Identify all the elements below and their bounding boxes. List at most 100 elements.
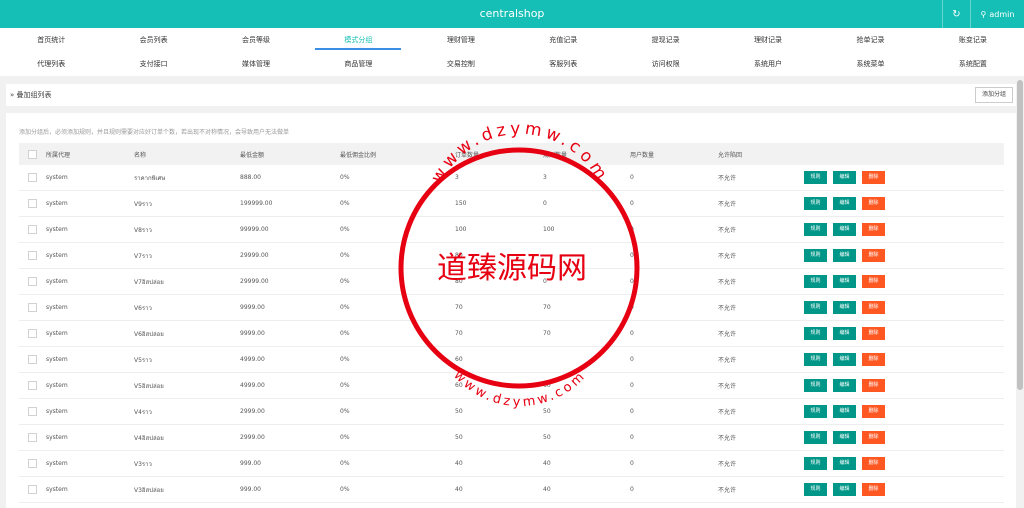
nav-item[interactable]: 充值记录 [512,28,614,52]
row-select [19,303,46,312]
nav-item[interactable]: 理财管理 [410,28,512,52]
edit-button[interactable]: 编辑 [833,457,856,470]
row-checkbox[interactable] [28,433,37,442]
row-actions: 规则 编辑 删除 [804,223,1004,236]
rules-button[interactable]: 规则 [804,431,827,444]
table-cell: 不允许 [718,305,737,312]
delete-button[interactable]: 删除 [862,353,885,366]
delete-button[interactable]: 删除 [862,197,885,210]
row-checkbox[interactable] [28,303,37,312]
delete-button[interactable]: 删除 [862,431,885,444]
rules-button[interactable]: 规则 [804,275,827,288]
nav-item[interactable]: 系统菜单 [819,52,921,76]
nav-item[interactable]: 媒体管理 [205,52,307,76]
delete-button[interactable]: 删除 [862,171,885,184]
table-body: system ราคากพิเศษ 888.00 0% 3 3 0 不允许 规则 编辑 删除 syst… [19,165,1004,503]
nav-item[interactable]: 支付接口 [102,52,204,76]
table-cell: V6อิสปล่อย [134,330,164,338]
select-all-checkbox[interactable] [28,149,37,159]
rules-button[interactable]: 规则 [804,483,827,496]
table-cell: 不允许 [718,201,737,208]
nav-item[interactable]: 客服列表 [512,52,614,76]
rules-button[interactable]: 规则 [804,405,827,418]
table-cell: 0 [630,200,634,207]
row-actions: 规则 编辑 删除 [804,431,1004,444]
delete-button[interactable]: 删除 [862,379,885,392]
rules-button[interactable]: 规则 [804,327,827,340]
row-checkbox[interactable] [28,355,37,364]
user-icon: ⚲ [980,9,987,19]
nav-item[interactable]: 访问权限 [614,52,716,76]
delete-button[interactable]: 删除 [862,457,885,470]
edit-button[interactable]: 编辑 [833,379,856,392]
table-cell: 40 [455,486,463,493]
table-cell: 不允许 [718,279,737,286]
row-checkbox[interactable] [28,277,37,286]
nav-item[interactable]: 提现记录 [614,28,716,52]
delete-button[interactable]: 删除 [862,405,885,418]
row-checkbox[interactable] [28,459,37,468]
edit-button[interactable]: 编辑 [833,171,856,184]
row-actions: 规则 编辑 删除 [804,483,1004,496]
nav-item[interactable]: 系统配置 [922,52,1024,76]
table-cell: 0 [543,278,547,285]
rules-button[interactable]: 规则 [804,249,827,262]
delete-button[interactable]: 删除 [862,301,885,314]
rules-button[interactable]: 规则 [804,457,827,470]
row-checkbox[interactable] [28,173,37,182]
delete-button[interactable]: 删除 [862,275,885,288]
rules-button[interactable]: 规则 [804,301,827,314]
delete-button[interactable]: 删除 [862,483,885,496]
page-scrollbar[interactable] [1016,76,1024,508]
refresh-icon[interactable]: ↻ [942,0,970,28]
table-cell: 0 [630,226,634,233]
edit-button[interactable]: 编辑 [833,197,856,210]
delete-button[interactable]: 删除 [862,223,885,236]
delete-button[interactable]: 删除 [862,327,885,340]
row-checkbox[interactable] [28,225,37,234]
edit-button[interactable]: 编辑 [833,275,856,288]
nav-item[interactable]: 账变记录 [922,28,1024,52]
nav-item[interactable]: 系统用户 [717,52,819,76]
table-cell: 0 [630,460,634,467]
edit-button[interactable]: 编辑 [833,223,856,236]
nav-item[interactable]: 代理列表 [0,52,102,76]
scrollbar-thumb[interactable] [1017,80,1023,390]
nav-item[interactable]: 会员等级 [205,28,307,52]
table-cell: 70 [455,304,463,311]
edit-button[interactable]: 编辑 [833,431,856,444]
rules-button[interactable]: 规则 [804,197,827,210]
table-cell: 0 [630,434,634,441]
rules-button[interactable]: 规则 [804,379,827,392]
add-group-button[interactable]: 添加分组 [975,87,1013,103]
nav-item[interactable]: 模式分组 [307,28,409,52]
rules-button[interactable]: 规则 [804,223,827,236]
edit-button[interactable]: 编辑 [833,327,856,340]
row-select [19,459,46,468]
edit-button[interactable]: 编辑 [833,483,856,496]
rules-button[interactable]: 规则 [804,353,827,366]
rules-button[interactable]: 规则 [804,171,827,184]
nav-item[interactable]: 商品管理 [307,52,409,76]
nav-item[interactable]: 抢单记录 [819,28,921,52]
table-cell: 不允许 [718,227,737,234]
row-checkbox[interactable] [28,381,37,390]
edit-button[interactable]: 编辑 [833,249,856,262]
row-checkbox[interactable] [28,485,37,494]
row-checkbox[interactable] [28,251,37,260]
table-cell: 50 [543,434,551,441]
user-menu[interactable]: ⚲ admin [970,0,1024,28]
edit-button[interactable]: 编辑 [833,405,856,418]
row-checkbox[interactable] [28,407,37,416]
row-checkbox[interactable] [28,329,37,338]
nav-item[interactable]: 交易控制 [410,52,512,76]
edit-button[interactable]: 编辑 [833,301,856,314]
delete-button[interactable]: 删除 [862,249,885,262]
row-checkbox[interactable] [28,199,37,208]
table-cell: V6ราว [134,304,152,312]
nav-item[interactable]: 会员列表 [102,28,204,52]
nav-item[interactable]: 理财记录 [717,28,819,52]
table-cell: 50 [543,408,551,415]
nav-item[interactable]: 首页统计 [0,28,102,52]
edit-button[interactable]: 编辑 [833,353,856,366]
